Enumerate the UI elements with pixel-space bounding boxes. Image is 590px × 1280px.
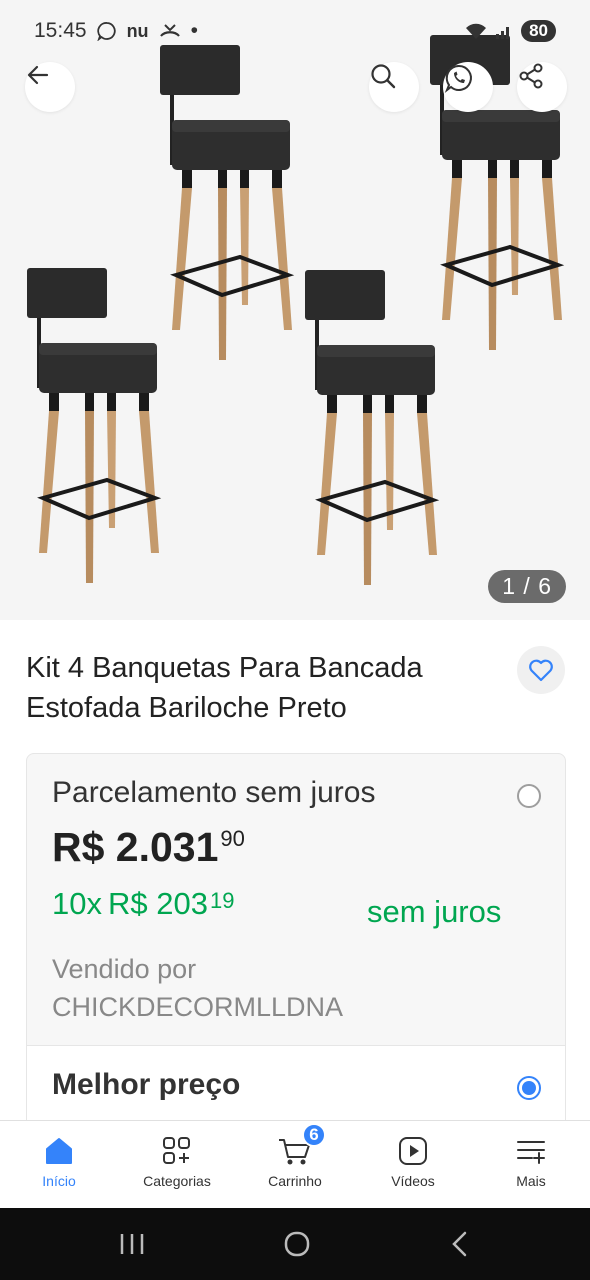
whatsapp-share-button[interactable] [443,62,493,112]
installment-option-label[interactable]: Parcelamento sem juros [52,776,375,810]
image-page-counter: 1 / 6 [488,570,566,603]
seller-name[interactable]: CHICKDECORMLLDNA [52,988,343,1026]
system-back-icon[interactable] [447,1229,473,1259]
nubank-icon: nu [126,20,149,41]
best-price-label: Melhor preço [52,1068,241,1101]
recent-apps-icon[interactable] [117,1231,147,1257]
favorite-button[interactable] [517,646,565,694]
status-time: 15:45 [34,19,87,42]
nav-cart[interactable]: 6 Carrinho [236,1121,354,1208]
share-button[interactable] [517,62,567,112]
product-title: Kit 4 Banquetas Para Bancada Estofada Ba… [26,652,423,724]
battery-indicator: 80 [521,20,556,42]
nav-more[interactable]: Mais [472,1121,590,1208]
product-image-gallery[interactable]: 1 / 6 [0,0,590,620]
installment-amount: R$ 20319 [108,886,234,921]
more-icon [517,1141,545,1164]
no-interest-label: sem juros [367,894,502,929]
installment-count: 10x [52,886,102,921]
nav-home-label: Início [42,1173,76,1189]
price-main: R$ 2.031 [52,824,219,870]
status-bar: 15:45 nu • 80 [0,0,590,62]
search-button[interactable] [369,62,419,112]
missed-call-icon [159,24,180,37]
wifi-icon [466,23,487,39]
categories-icon [163,1137,190,1164]
installment-option-radio[interactable] [517,784,541,808]
back-button[interactable] [25,62,75,112]
bottom-navigation: Início Categorias 6 Carrinho Vídeos Mais [0,1120,590,1208]
video-icon [399,1137,427,1165]
signal-icon [496,27,510,39]
four-bar-stools-image [25,33,564,587]
whatsapp-icon [96,22,116,41]
arrow-left-icon [27,65,49,85]
price-cents: 90 [220,826,245,851]
price: R$ 2.03190 [52,824,245,871]
search-icon [371,64,396,89]
nav-more-label: Mais [516,1173,546,1189]
installment-main: R$ 203 [107,886,208,921]
sold-by: Vendido por CHICKDECORMLLDNA [52,950,343,1026]
installment-cents: 19 [209,888,235,913]
system-navigation-bar [0,1208,590,1280]
nav-categories-label: Categorias [143,1173,211,1189]
whatsapp-icon [444,64,472,93]
share-icon [519,63,543,89]
cart-badge: 6 [302,1123,326,1147]
best-price-radio[interactable] [517,1076,541,1100]
nav-videos[interactable]: Vídeos [354,1121,472,1208]
home-circle-icon[interactable] [282,1229,312,1259]
home-icon [46,1138,72,1164]
nav-cart-label: Carrinho [268,1173,322,1189]
heart-icon [529,659,553,682]
installments: 10x R$ 20319 [52,886,234,922]
dot-icon: • [190,19,198,42]
payment-options-card: Parcelamento sem juros R$ 2.03190 10x R$ … [26,753,566,1173]
nav-categories[interactable]: Categorias [118,1121,236,1208]
nav-videos-label: Vídeos [391,1173,435,1189]
sold-by-label: Vendido por [52,954,197,984]
nav-home[interactable]: Início [0,1121,118,1208]
